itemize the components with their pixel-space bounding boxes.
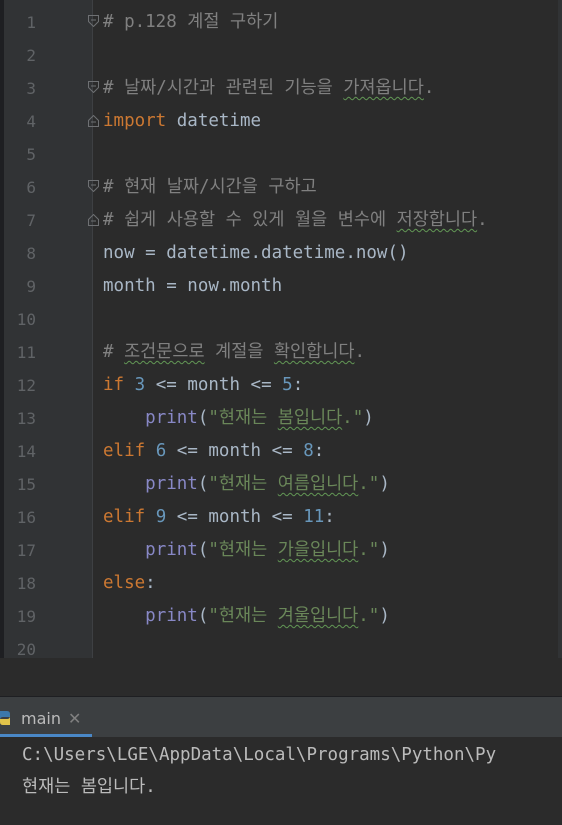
line-number: 8 xyxy=(26,244,36,263)
line-number: 18 xyxy=(16,574,36,593)
run-tool-window-tabbar xyxy=(0,697,562,737)
code-line-1[interactable]: 1 # p.128 계절 구하기 xyxy=(0,6,562,39)
line-number: 5 xyxy=(26,145,36,164)
fold-end-icon[interactable] xyxy=(88,214,99,226)
line-number: 10 xyxy=(16,310,36,329)
line-number: 19 xyxy=(16,607,36,626)
code-line-19[interactable]: 19 print("현재는 겨울입니다.") xyxy=(0,600,562,633)
console-line-command: C:\Users\LGE\AppData\Local\Programs\Pyth… xyxy=(22,745,497,765)
code-line-12[interactable]: 12 if 3 <= month <= 5: xyxy=(0,369,562,402)
comment: # p.128 계절 구하기 xyxy=(103,12,279,32)
code-line-9[interactable]: 9 month = now.month xyxy=(0,270,562,303)
panel-splitter[interactable] xyxy=(0,658,562,696)
code-line-18[interactable]: 18 else: xyxy=(0,567,562,600)
code-line-20[interactable]: 20 xyxy=(0,633,562,658)
line-number: 14 xyxy=(16,442,36,461)
python-icon xyxy=(0,711,10,725)
comment: # 날짜/시간과 관련된 기능을 가져옵니다. xyxy=(103,78,435,98)
code-line-11[interactable]: 11 # 조건문으로 계절을 확인합니다. xyxy=(0,336,562,369)
print-call: print("현재는 여름입니다.") xyxy=(145,474,390,494)
assignment-now: now = datetime.datetime.now() xyxy=(103,243,409,263)
line-number: 6 xyxy=(26,178,36,197)
code-line-10[interactable]: 10 xyxy=(0,303,562,336)
line-number: 11 xyxy=(16,343,36,362)
code-line-8[interactable]: 8 now = datetime.datetime.now() xyxy=(0,237,562,270)
if-statement: if 3 <= month <= 5: xyxy=(103,375,304,395)
line-number: 17 xyxy=(16,541,36,560)
line-number: 3 xyxy=(26,79,36,98)
import-statement: import datetime xyxy=(103,111,262,131)
code-line-17[interactable]: 17 print("현재는 가을입니다.") xyxy=(0,534,562,567)
close-icon[interactable]: ✕ xyxy=(68,707,81,731)
line-number: 13 xyxy=(16,409,36,428)
comment: # 현재 날짜/시간을 구하고 xyxy=(103,177,317,197)
code-editor[interactable]: 1 # p.128 계절 구하기 2 3 # 날짜/시간과 관련된 기능을 가져… xyxy=(0,0,562,658)
code-line-13[interactable]: 13 print("현재는 봄입니다.") xyxy=(0,402,562,435)
comment: # 조건문으로 계절을 확인합니다. xyxy=(103,342,365,362)
print-call: print("현재는 봄입니다.") xyxy=(145,408,374,428)
print-call: print("현재는 가을입니다.") xyxy=(145,540,390,560)
print-call: print("현재는 겨울입니다.") xyxy=(145,606,390,626)
fold-start-icon[interactable] xyxy=(88,15,99,27)
console-line-output: 현재는 봄입니다. xyxy=(22,777,156,797)
line-number: 16 xyxy=(16,508,36,527)
run-tab-main[interactable]: main xyxy=(21,707,61,731)
code-line-6[interactable]: 6 # 현재 날짜/시간을 구하고 xyxy=(0,171,562,204)
code-line-15[interactable]: 15 print("현재는 여름입니다.") xyxy=(0,468,562,501)
else-statement: else: xyxy=(103,573,156,593)
line-number: 2 xyxy=(26,46,36,65)
code-line-5[interactable]: 5 xyxy=(0,138,562,171)
fold-start-icon[interactable] xyxy=(88,81,99,93)
code-line-3[interactable]: 3 # 날짜/시간과 관련된 기능을 가져옵니다. xyxy=(0,72,562,105)
fold-start-icon[interactable] xyxy=(88,180,99,192)
line-number: 12 xyxy=(16,376,36,395)
code-line-16[interactable]: 16 elif 9 <= month <= 11: xyxy=(0,501,562,534)
line-number: 1 xyxy=(26,13,36,32)
run-console-output[interactable]: C:\Users\LGE\AppData\Local\Programs\Pyth… xyxy=(0,737,562,825)
code-line-4[interactable]: 4 import datetime xyxy=(0,105,562,138)
line-number: 15 xyxy=(16,475,36,494)
code-line-7[interactable]: 7 # 쉽게 사용할 수 있게 월을 변수에 저장합니다. xyxy=(0,204,562,237)
elif-statement: elif 9 <= month <= 11: xyxy=(103,507,335,527)
line-number: 4 xyxy=(26,112,36,131)
line-number: 9 xyxy=(26,277,36,296)
elif-statement: elif 6 <= month <= 8: xyxy=(103,441,325,461)
assignment-month: month = now.month xyxy=(103,276,283,296)
fold-end-icon[interactable] xyxy=(88,115,99,127)
line-number: 20 xyxy=(16,640,36,658)
line-number: 7 xyxy=(26,211,36,230)
code-line-2[interactable]: 2 xyxy=(0,39,562,72)
code-line-14[interactable]: 14 elif 6 <= month <= 8: xyxy=(0,435,562,468)
comment: # 쉽게 사용할 수 있게 월을 변수에 저장합니다. xyxy=(103,210,488,230)
